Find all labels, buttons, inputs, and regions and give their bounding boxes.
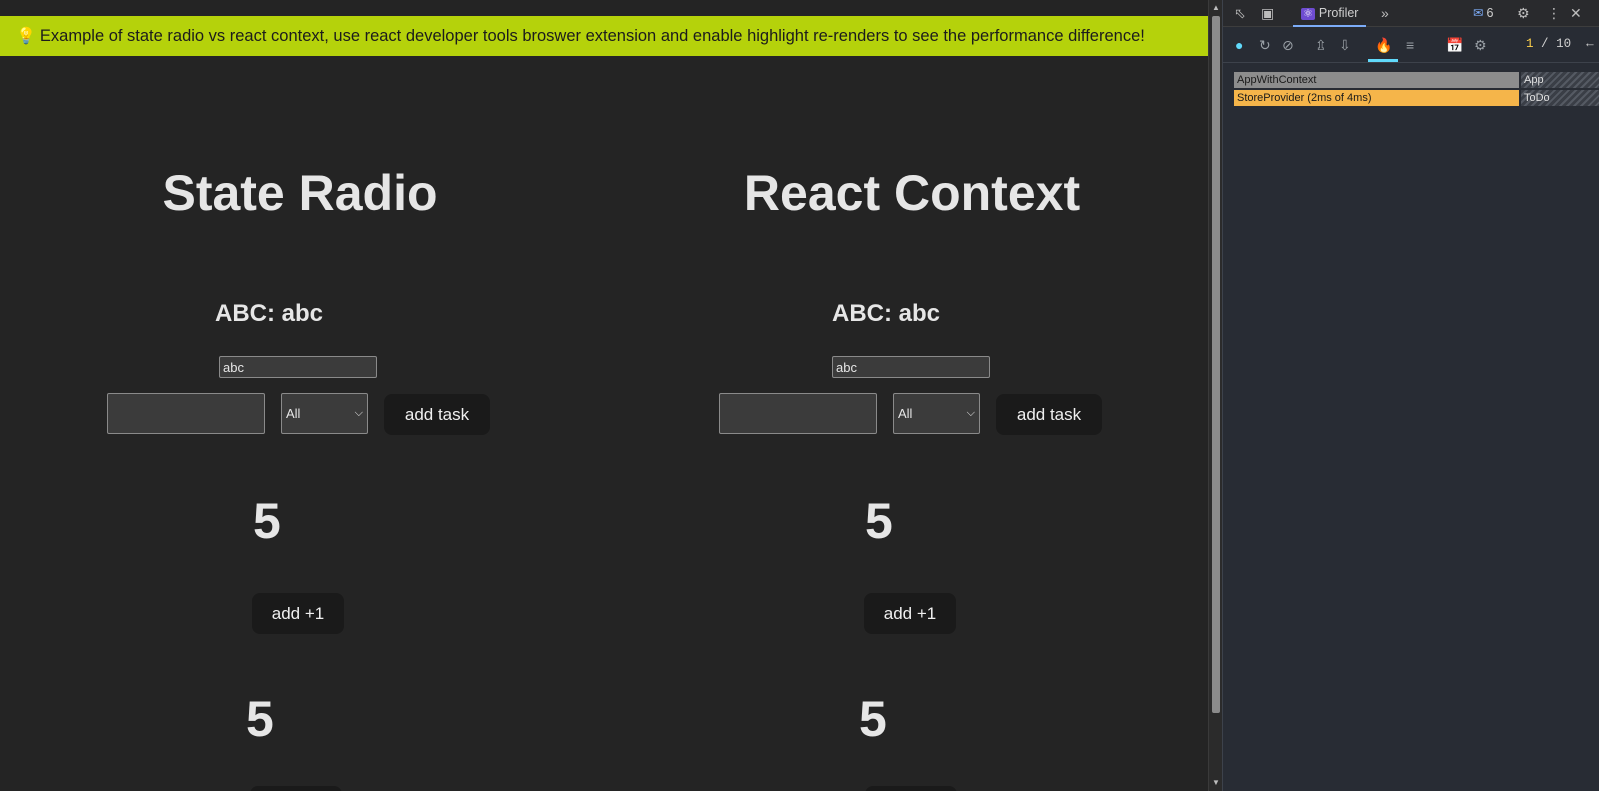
tab-profiler[interactable]: ⚛ Profiler	[1293, 0, 1367, 27]
kebab-menu-icon[interactable]: ⋮	[1547, 0, 1561, 27]
chevron-down-icon: ⌵	[354, 407, 363, 419]
profiler-toolbar: ● ↻ ⊘ ⇫ ⇩ 🔥 ≡ 📅 ⚙ 1 / 10 ←	[1223, 27, 1599, 63]
add-one-button-secondary[interactable]	[250, 786, 342, 791]
column-title: React Context	[743, 165, 1081, 221]
timeline-icon[interactable]: 📅	[1446, 37, 1463, 53]
abc-input[interactable]	[832, 356, 990, 378]
active-view-indicator	[1368, 59, 1398, 62]
lightbulb-icon: 💡	[16, 28, 36, 45]
counter-value: 5	[253, 493, 281, 549]
info-banner: 💡 Example of state radio vs react context…	[0, 16, 1208, 56]
filter-selected-value: All	[286, 406, 301, 421]
app-page: 💡 Example of state radio vs react context…	[0, 0, 1208, 791]
column-title: State Radio	[162, 165, 438, 221]
close-icon[interactable]: ✕	[1570, 0, 1582, 27]
filter-selected-value: All	[898, 406, 913, 421]
state-radio-column: State Radio ABC: abc All ⌵ add task 5 ad…	[0, 56, 600, 791]
clear-icon[interactable]: ⊘	[1282, 37, 1294, 53]
devtools-panel: ⬁ ▣ ⚛ Profiler » ✉ 6 ⚙ ⋮ ✕ ● ↻ ⊘ ⇫ ⇩ 🔥 ≡ 📅…	[1222, 0, 1599, 791]
commit-separator: /	[1541, 37, 1549, 51]
settings-icon[interactable]: ⚙	[1474, 37, 1487, 53]
task-input[interactable]	[107, 393, 265, 434]
page-scrollbar[interactable]: ▲ ▼	[1208, 0, 1222, 791]
commit-current: 1	[1526, 37, 1534, 51]
commit-navigator: 1 / 10 ←	[1526, 37, 1594, 51]
counter-value-secondary: 5	[246, 691, 274, 747]
messages-count: 6	[1486, 6, 1494, 20]
abc-input[interactable]	[219, 356, 377, 378]
inspect-element-icon[interactable]: ⬁	[1234, 0, 1246, 27]
filter-select[interactable]: All ⌵	[893, 393, 980, 434]
messages-badge[interactable]: ✉ 6	[1473, 0, 1493, 27]
add-task-button[interactable]: add task	[384, 394, 490, 435]
gear-icon[interactable]: ⚙	[1517, 0, 1530, 27]
flame-bar-app[interactable]: App	[1521, 72, 1599, 88]
devtools-tab-bar: ⬁ ▣ ⚛ Profiler » ✉ 6 ⚙ ⋮ ✕	[1223, 0, 1599, 27]
flame-bar-appwithcontext[interactable]: AppWithContext	[1234, 72, 1519, 88]
task-input[interactable]	[719, 393, 877, 434]
scroll-up-icon[interactable]: ▲	[1212, 3, 1220, 12]
tab-profiler-label: Profiler	[1318, 6, 1359, 20]
device-toolbar-icon[interactable]: ▣	[1261, 0, 1274, 27]
prev-commit-icon[interactable]: ←	[1579, 37, 1594, 51]
chevron-down-icon: ⌵	[966, 407, 975, 419]
more-tabs-icon[interactable]: »	[1381, 0, 1389, 27]
ranked-chart-icon[interactable]: ≡	[1406, 37, 1414, 53]
counter-value: 5	[865, 493, 893, 549]
reload-icon[interactable]: ↻	[1259, 37, 1271, 53]
record-icon[interactable]: ●	[1235, 37, 1243, 53]
flame-bar-storeprovider[interactable]: StoreProvider (2ms of 4ms)	[1234, 90, 1519, 106]
scroll-down-icon[interactable]: ▼	[1212, 778, 1220, 787]
commit-total: 10	[1556, 37, 1572, 51]
banner-text: Example of state radio vs react context,…	[39, 27, 1145, 45]
add-one-button[interactable]: add +1	[252, 593, 344, 634]
upload-icon[interactable]: ⇫	[1315, 37, 1327, 53]
flame-bar-todo[interactable]: ToDo	[1521, 90, 1599, 106]
add-task-button[interactable]: add task	[996, 394, 1102, 435]
flamegraph-icon[interactable]: 🔥	[1375, 37, 1392, 53]
add-one-button[interactable]: add +1	[864, 593, 956, 634]
counter-value-secondary: 5	[859, 691, 887, 747]
download-icon[interactable]: ⇩	[1339, 37, 1351, 53]
react-context-column: React Context ABC: abc All ⌵ add task 5 …	[612, 56, 1208, 791]
abc-label: ABC: abc	[215, 300, 324, 327]
react-icon: ⚛	[1301, 8, 1315, 20]
scrollbar-thumb[interactable]	[1212, 16, 1220, 713]
filter-select[interactable]: All ⌵	[281, 393, 368, 434]
abc-label: ABC: abc	[832, 300, 941, 327]
top-strip	[0, 0, 1208, 16]
add-one-button-secondary[interactable]	[865, 786, 957, 791]
message-icon: ✉	[1473, 6, 1484, 20]
